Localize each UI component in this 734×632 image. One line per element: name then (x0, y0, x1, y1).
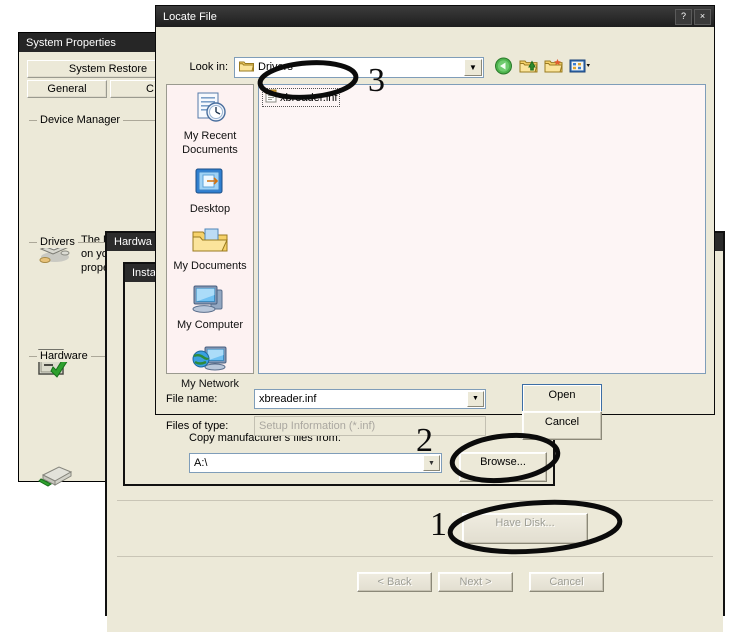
help-button[interactable]: ? (675, 8, 692, 25)
look-in-row: Look in: Drivers ▼ (166, 56, 706, 78)
files-of-type-label: Files of type: (166, 419, 229, 432)
views-icon[interactable] (569, 57, 591, 78)
chevron-down-icon[interactable]: ▼ (464, 58, 482, 76)
annotation-number-3: 3 (368, 62, 385, 99)
close-icon[interactable]: × (694, 8, 711, 25)
place-my-computer[interactable]: My Computer (167, 282, 253, 331)
next-button[interactable]: Next > (438, 572, 513, 592)
group-hardware-title: Hardware (37, 350, 91, 362)
locate-file-window[interactable]: Locate File ? × Look in: Drivers ▼ My Re… (155, 5, 715, 440)
have-disk-button[interactable]: Have Disk... (462, 513, 588, 544)
folder-icon (239, 60, 255, 75)
hardware-profiles-icon (35, 459, 75, 492)
file-name-input[interactable]: xbreader.inf ▼ (254, 388, 486, 409)
wizard-cancel-button[interactable]: Cancel (529, 572, 604, 592)
tab-general[interactable]: General (27, 80, 107, 98)
look-in-value: Drivers (258, 61, 293, 73)
file-name-input-value: xbreader.inf (259, 392, 317, 405)
look-in-label: Look in: (189, 61, 228, 73)
inf-file-icon (265, 89, 277, 106)
browse-button[interactable]: Browse... (459, 452, 547, 482)
places-bar: My Recent Documents Desktop My Documents… (166, 84, 254, 390)
locate-cancel-button[interactable]: Cancel (522, 411, 602, 440)
place-label-line2: Documents (182, 144, 238, 156)
my-computer-icon (191, 282, 229, 317)
look-in-combo[interactable]: Drivers ▼ (234, 56, 484, 78)
open-button[interactable]: Open (522, 384, 602, 413)
group-device-manager-title: Device Manager (37, 114, 124, 126)
wizard-separator-bottom (117, 556, 713, 557)
place-my-documents[interactable]: My Documents (167, 225, 253, 272)
back-icon[interactable] (494, 57, 513, 78)
file-list[interactable]: xbreader.inf (258, 84, 706, 374)
files-of-type-row: Files of type: Setup Information (*.inf)… (166, 411, 602, 440)
annotation-number-1: 1 (430, 506, 447, 543)
my-documents-icon (191, 225, 229, 258)
file-name-text: xbreader.inf (280, 91, 338, 104)
manufacturer-path-value: A:\ (194, 457, 208, 469)
up-one-level-icon[interactable] (519, 57, 538, 78)
recent-documents-icon (191, 91, 229, 128)
place-label-line1: Desktop (189, 203, 231, 215)
locate-file-title: Locate File (163, 10, 217, 23)
my-network-icon (191, 341, 229, 376)
files-of-type-value: Setup Information (*.inf) (259, 419, 376, 432)
manufacturer-path-combo[interactable]: A:\ ▼ (189, 453, 442, 473)
group-drivers-title: Drivers (37, 236, 78, 248)
locate-file-titlebar: Locate File ? × (156, 6, 714, 27)
file-name-row: File name: xbreader.inf ▼ Open (166, 384, 602, 413)
back-button[interactable]: < Back (357, 572, 432, 592)
locate-file-toolbar (494, 57, 591, 78)
place-my-recent-documents[interactable]: My Recent Documents (167, 91, 253, 156)
place-label-line1: My Recent (183, 130, 237, 142)
desktop-icon (193, 166, 227, 201)
chevron-down-icon[interactable]: ▼ (467, 390, 484, 407)
xbreader-inf-file[interactable]: xbreader.inf (262, 88, 341, 107)
place-label-line1: My Computer (176, 319, 244, 331)
files-of-type-select[interactable]: Setup Information (*.inf) (254, 415, 486, 436)
wizard-button-row: < Back Next > Cancel (357, 572, 604, 592)
place-label-line1: My Documents (173, 260, 247, 272)
place-desktop[interactable]: Desktop (167, 166, 253, 215)
new-folder-icon[interactable] (544, 57, 563, 78)
place-my-network[interactable]: My Network (167, 341, 253, 390)
file-name-label: File name: (166, 392, 218, 405)
annotation-number-2: 2 (416, 422, 433, 459)
